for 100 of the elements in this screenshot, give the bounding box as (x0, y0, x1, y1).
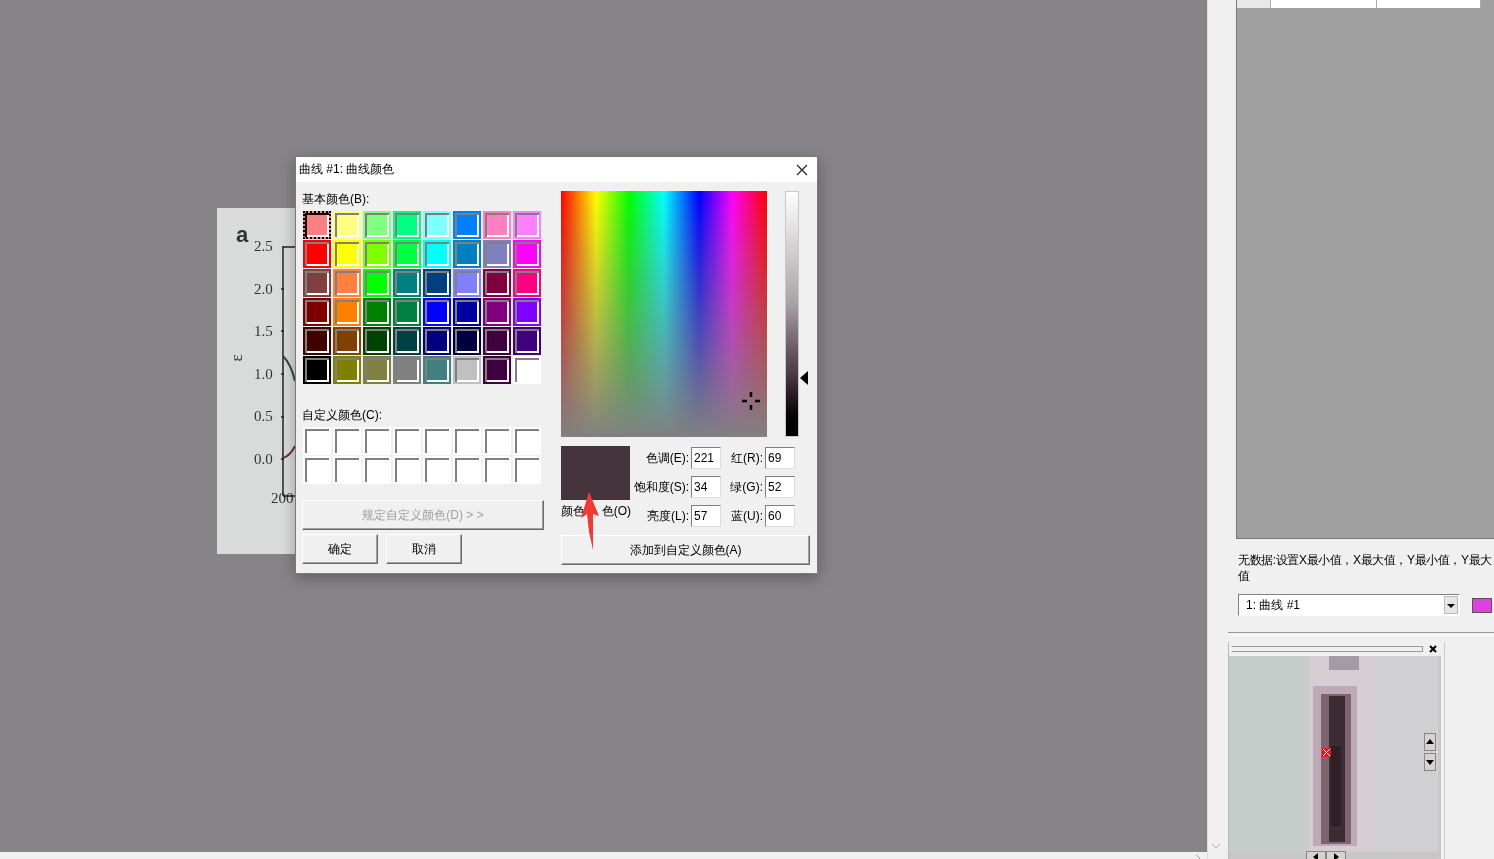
color-swatch[interactable] (363, 327, 391, 355)
field-label: 饱和度(S): (633, 478, 690, 496)
custom-color-swatch[interactable] (393, 456, 421, 484)
panel-grip[interactable] (1231, 646, 1423, 652)
tick-label: 0.0 (254, 452, 273, 467)
custom-colors-label: 自定义颜色(C): (302, 408, 383, 422)
color-swatch[interactable] (513, 356, 541, 384)
tick-label: 2.5 (254, 239, 273, 254)
cancel-button[interactable]: 取消 (386, 534, 462, 564)
color-swatch[interactable] (393, 298, 421, 326)
color-swatch[interactable] (423, 327, 451, 355)
color-swatch[interactable] (453, 298, 481, 326)
value-field[interactable]: 34 (691, 476, 721, 498)
color-swatch[interactable] (363, 356, 391, 384)
color-swatch[interactable] (423, 298, 451, 326)
value-field[interactable]: 60 (765, 505, 795, 527)
value-field[interactable]: 221 (691, 447, 721, 469)
color-swatch[interactable] (423, 211, 451, 239)
color-swatch[interactable] (453, 240, 481, 268)
color-swatch[interactable] (363, 211, 391, 239)
tick-label: 200 (271, 490, 294, 507)
dropdown-icon[interactable] (1444, 596, 1458, 614)
color-swatch[interactable] (483, 269, 511, 297)
tick-label: 1.0 (254, 366, 273, 382)
tick-label: 1.5 (254, 324, 273, 340)
color-swatch[interactable] (513, 298, 541, 326)
color-swatch[interactable] (393, 356, 421, 384)
solid-color-label: 色(O) (601, 503, 631, 520)
axis-label: ε (226, 354, 247, 362)
color-swatch[interactable] (453, 327, 481, 355)
color-swatch[interactable] (393, 269, 421, 297)
custom-color-swatch[interactable] (393, 427, 421, 455)
luminance-bar[interactable] (785, 191, 799, 437)
color-swatch[interactable] (453, 211, 481, 239)
color-swatch[interactable] (393, 240, 421, 268)
custom-color-swatch[interactable] (333, 456, 361, 484)
value-field[interactable]: 57 (691, 505, 721, 527)
custom-color-swatch[interactable] (303, 427, 331, 455)
custom-color-swatch[interactable] (423, 456, 451, 484)
color-swatch[interactable] (303, 298, 331, 326)
close-icon[interactable] (796, 163, 808, 176)
color-swatch[interactable] (483, 298, 511, 326)
custom-color-swatch[interactable] (303, 456, 331, 484)
color-swatch[interactable] (393, 327, 421, 355)
color-swatch[interactable] (483, 240, 511, 268)
color-swatch[interactable] (363, 298, 391, 326)
color-swatch[interactable] (453, 269, 481, 297)
color-swatch[interactable] (303, 269, 331, 297)
custom-color-swatch[interactable] (513, 456, 541, 484)
dialog-title: 曲线 #1: 曲线颜色 (299, 161, 395, 178)
color-swatch[interactable] (423, 269, 451, 297)
color-swatch[interactable] (483, 356, 511, 384)
scroll-up-icon[interactable] (1424, 733, 1436, 751)
field-label: 色调(E): (644, 449, 690, 467)
color-spectrum[interactable] (561, 191, 767, 437)
color-swatch[interactable] (453, 356, 481, 384)
value-field[interactable]: 69 (765, 447, 795, 469)
color-swatch[interactable] (513, 211, 541, 239)
close-icon[interactable] (1429, 645, 1437, 653)
color-swatch[interactable] (513, 327, 541, 355)
ok-button[interactable]: 确定 (302, 534, 378, 564)
custom-color-swatch[interactable] (363, 456, 391, 484)
color-swatch[interactable] (303, 327, 331, 355)
curve-select[interactable]: 1: 曲线 #1 (1238, 594, 1460, 616)
color-swatch[interactable] (393, 211, 421, 239)
color-swatch[interactable] (363, 269, 391, 297)
luminance-arrow-icon[interactable] (800, 370, 808, 385)
color-swatch[interactable] (423, 240, 451, 268)
value-field[interactable]: 52 (765, 476, 795, 498)
chevron-down-icon[interactable] (1211, 843, 1221, 849)
color-swatch[interactable] (333, 327, 361, 355)
field-label: 蓝(U): (730, 507, 764, 525)
color-swatch[interactable] (333, 269, 361, 297)
custom-color-swatch[interactable] (453, 456, 481, 484)
color-swatch[interactable] (333, 298, 361, 326)
add-to-custom-button[interactable]: 添加到自定义颜色(A) (561, 535, 810, 565)
custom-color-swatch[interactable] (333, 427, 361, 455)
color-swatch[interactable] (333, 211, 361, 239)
custom-color-swatch[interactable] (483, 427, 511, 455)
color-swatch[interactable] (483, 211, 511, 239)
scroll-down-icon[interactable] (1424, 753, 1436, 771)
custom-color-swatch[interactable] (363, 427, 391, 455)
color-swatch[interactable] (513, 269, 541, 297)
color-swatch[interactable] (333, 240, 361, 268)
panel-letter: a (236, 222, 249, 248)
custom-color-swatch[interactable] (483, 456, 511, 484)
custom-color-swatch[interactable] (453, 427, 481, 455)
color-swatch[interactable] (363, 240, 391, 268)
color-swatch[interactable] (303, 356, 331, 384)
curve-color-swatch[interactable] (1472, 597, 1492, 613)
crosshair-icon[interactable] (741, 391, 761, 411)
custom-color-swatch[interactable] (423, 427, 451, 455)
color-swatch[interactable] (303, 211, 331, 239)
color-swatch[interactable] (483, 327, 511, 355)
color-swatch[interactable] (333, 356, 361, 384)
color-swatch[interactable] (513, 240, 541, 268)
color-swatch[interactable] (303, 240, 331, 268)
tick-label: 2.0 (254, 281, 273, 297)
custom-color-swatch[interactable] (513, 427, 541, 455)
color-swatch[interactable] (423, 356, 451, 384)
